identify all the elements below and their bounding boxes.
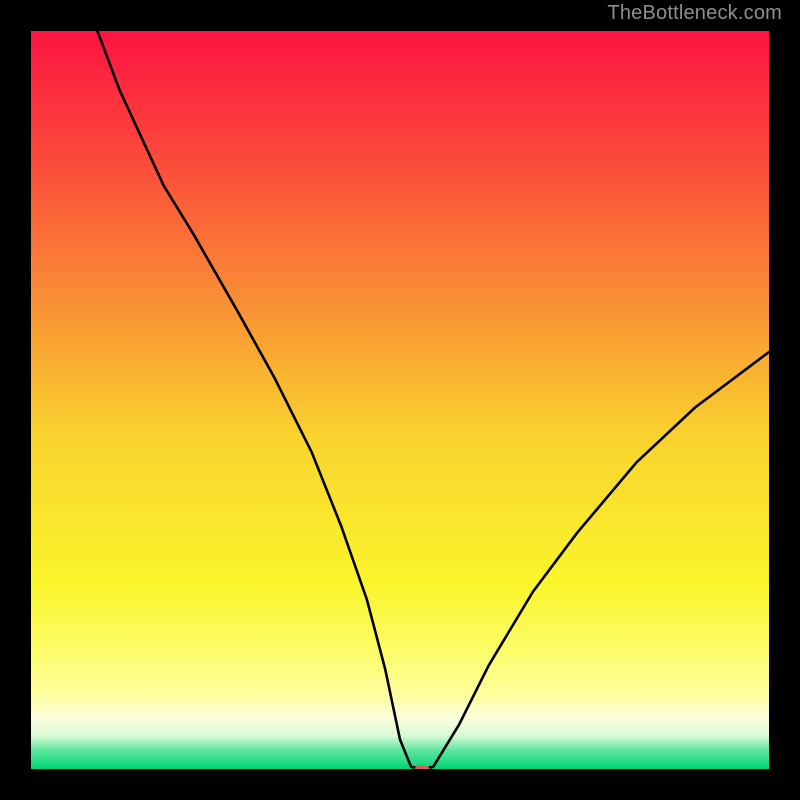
plot-area <box>31 31 769 769</box>
gradient-chart <box>31 31 769 769</box>
gradient-background <box>31 31 769 769</box>
chart-frame: TheBottleneck.com <box>0 0 800 800</box>
watermark-text: TheBottleneck.com <box>607 2 782 25</box>
